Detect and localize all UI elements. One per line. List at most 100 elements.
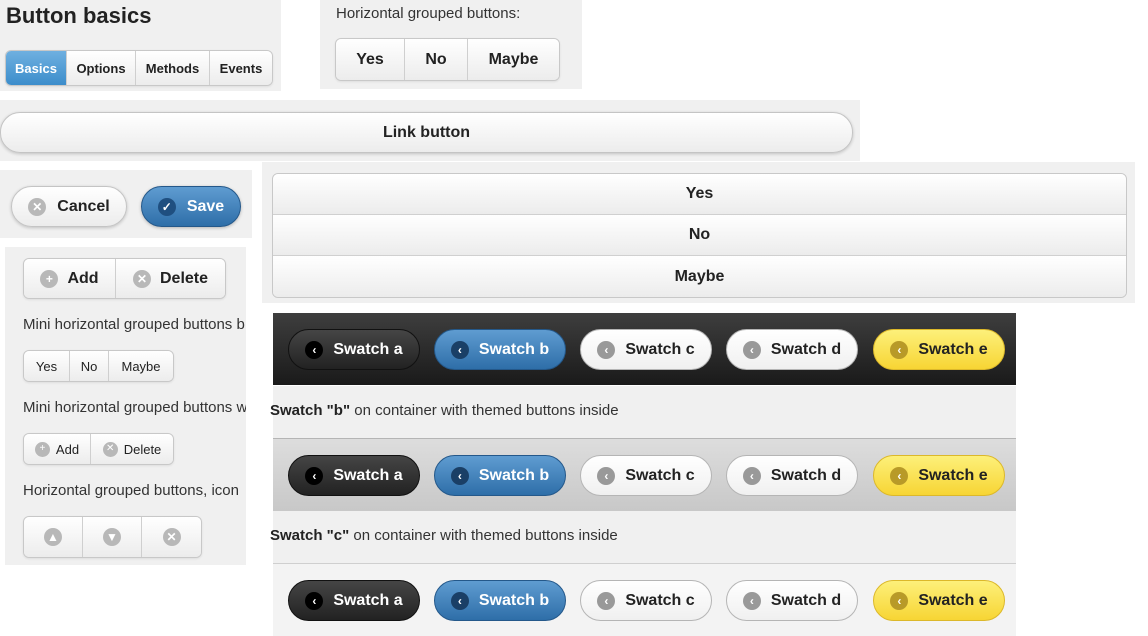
page-title: Button basics bbox=[6, 3, 152, 28]
close-button[interactable]: ✕ bbox=[142, 517, 201, 557]
horizontal-button-group: Yes No Maybe bbox=[335, 38, 560, 81]
mini-add-button[interactable]: + Add bbox=[24, 434, 91, 464]
swatch-b-button[interactable]: ‹ Swatch b bbox=[434, 580, 566, 621]
tab-events[interactable]: Events bbox=[210, 51, 272, 85]
mini-no-button[interactable]: No bbox=[70, 351, 109, 381]
chevron-left-icon: ‹ bbox=[450, 591, 469, 610]
mini-yes-button[interactable]: Yes bbox=[24, 351, 70, 381]
mini-add-label: Add bbox=[55, 441, 80, 457]
mini-maybe-button[interactable]: Maybe bbox=[109, 351, 173, 381]
close-icon: ✕ bbox=[132, 269, 151, 288]
swatch-a-label: Swatch a bbox=[333, 591, 403, 609]
chevron-left-icon: ‹ bbox=[890, 591, 909, 610]
swatch-d-button[interactable]: ‹ Swatch d bbox=[726, 329, 858, 370]
link-button[interactable]: Link button bbox=[0, 112, 853, 153]
swatch-c-button[interactable]: ‹ Swatch c bbox=[580, 455, 712, 496]
grouped-buttons-panel: + Add ✕ Delete Mini horizontal grouped b… bbox=[5, 247, 246, 565]
chevron-left-icon: ‹ bbox=[890, 466, 909, 485]
arrow-down-icon: ▼ bbox=[103, 528, 121, 546]
swatch-b-button[interactable]: ‹ Swatch b bbox=[434, 455, 566, 496]
title-panel: Button basics Basics Options Methods Eve… bbox=[0, 0, 281, 91]
swatch-b-label: Swatch b bbox=[478, 340, 550, 358]
swatch-a-button[interactable]: ‹ Swatch a bbox=[288, 580, 420, 621]
swatch-c-caption-bold: Swatch "c" bbox=[270, 527, 350, 544]
mini-delete-button[interactable]: ✕ Delete bbox=[91, 434, 173, 464]
tab-bar: Basics Options Methods Events bbox=[5, 50, 273, 86]
swatch-row-c: ‹ Swatch a ‹ Swatch b ‹ Swatch c ‹ Swatch d … bbox=[273, 563, 1016, 636]
close-icon: ✕ bbox=[162, 528, 181, 546]
swatch-d-label: Swatch d bbox=[770, 466, 842, 484]
up-button[interactable]: ▲ bbox=[24, 517, 83, 557]
mini-icon-group-label: Mini horizontal grouped buttons w bbox=[23, 399, 246, 416]
close-icon: ✕ bbox=[102, 441, 118, 457]
down-button[interactable]: ▼ bbox=[83, 517, 142, 557]
tab-options[interactable]: Options bbox=[67, 51, 136, 85]
swatch-d-label: Swatch d bbox=[770, 591, 842, 609]
chevron-left-icon: ‹ bbox=[597, 591, 616, 610]
swatch-b-caption-rest: on container with themed buttons inside bbox=[350, 402, 619, 419]
swatch-e-label: Swatch e bbox=[918, 466, 988, 484]
chevron-left-icon: ‹ bbox=[450, 340, 469, 359]
chevron-left-icon: ‹ bbox=[450, 466, 469, 485]
delete-label: Delete bbox=[159, 269, 209, 287]
swatch-c-button[interactable]: ‹ Swatch c bbox=[580, 329, 712, 370]
swatch-a-label: Swatch a bbox=[333, 340, 403, 358]
swatch-b-button[interactable]: ‹ Swatch b bbox=[434, 329, 566, 370]
swatch-e-button[interactable]: ‹ Swatch e bbox=[873, 329, 1005, 370]
yes-button[interactable]: Yes bbox=[336, 39, 405, 80]
vertical-yes-button[interactable]: Yes bbox=[273, 174, 1126, 215]
chevron-left-icon: ‹ bbox=[742, 591, 761, 610]
swatch-row-b: ‹ Swatch a ‹ Swatch b ‹ Swatch c ‹ Swatch d … bbox=[273, 438, 1016, 512]
vertical-no-button[interactable]: No bbox=[273, 215, 1126, 256]
chevron-left-icon: ‹ bbox=[305, 340, 324, 359]
no-button[interactable]: No bbox=[405, 39, 468, 80]
tab-methods[interactable]: Methods bbox=[136, 51, 210, 85]
chevron-left-icon: ‹ bbox=[597, 340, 616, 359]
swatch-a-label: Swatch a bbox=[333, 466, 403, 484]
arrow-up-icon: ▲ bbox=[44, 528, 62, 546]
swatch-c-label: Swatch c bbox=[625, 466, 695, 484]
horizontal-group-panel: Horizontal grouped buttons: Yes No Maybe bbox=[320, 0, 582, 89]
horizontal-group-label: Horizontal grouped buttons: bbox=[336, 5, 521, 22]
swatch-d-label: Swatch d bbox=[770, 340, 842, 358]
swatch-c-caption: Swatch "c" on container with themed butt… bbox=[270, 527, 618, 544]
check-icon: ✓ bbox=[157, 197, 176, 216]
save-label: Save bbox=[186, 197, 225, 215]
icon-only-group-label: Horizontal grouped buttons, icon bbox=[23, 482, 239, 499]
swatch-e-label: Swatch e bbox=[918, 591, 988, 609]
swatch-a-button[interactable]: ‹ Swatch a bbox=[288, 455, 420, 496]
save-button[interactable]: ✓ Save bbox=[141, 186, 241, 227]
swatch-b-caption: Swatch "b" on container with themed butt… bbox=[270, 402, 619, 419]
swatch-c-label: Swatch c bbox=[625, 340, 695, 358]
swatch-e-button[interactable]: ‹ Swatch e bbox=[873, 580, 1005, 621]
swatch-e-label: Swatch e bbox=[918, 340, 988, 358]
vertical-button-group: Yes No Maybe bbox=[272, 173, 1127, 298]
close-icon: ✕ bbox=[28, 197, 47, 216]
swatch-d-button[interactable]: ‹ Swatch d bbox=[726, 455, 858, 496]
add-button[interactable]: + Add bbox=[24, 259, 116, 298]
add-label: Add bbox=[67, 269, 99, 287]
chevron-left-icon: ‹ bbox=[597, 466, 616, 485]
swatch-d-button[interactable]: ‹ Swatch d bbox=[726, 580, 858, 621]
swatch-b-label: Swatch b bbox=[478, 591, 550, 609]
delete-button[interactable]: ✕ Delete bbox=[116, 259, 225, 298]
chevron-left-icon: ‹ bbox=[742, 340, 761, 359]
swatch-e-button[interactable]: ‹ Swatch e bbox=[873, 455, 1005, 496]
plus-icon: + bbox=[34, 441, 50, 457]
swatch-c-button[interactable]: ‹ Swatch c bbox=[580, 580, 712, 621]
chevron-left-icon: ‹ bbox=[742, 466, 761, 485]
swatch-c-label: Swatch c bbox=[625, 591, 695, 609]
vertical-maybe-button[interactable]: Maybe bbox=[273, 256, 1126, 297]
plus-icon: + bbox=[40, 269, 59, 288]
chevron-left-icon: ‹ bbox=[890, 340, 909, 359]
mini-delete-label: Delete bbox=[123, 441, 162, 457]
mini-icon-button-group: + Add ✕ Delete bbox=[23, 433, 174, 465]
add-delete-group: + Add ✕ Delete bbox=[23, 258, 226, 299]
cancel-label: Cancel bbox=[57, 197, 110, 215]
swatch-a-button[interactable]: ‹ Swatch a bbox=[288, 329, 420, 370]
chevron-left-icon: ‹ bbox=[305, 591, 324, 610]
maybe-button[interactable]: Maybe bbox=[468, 39, 559, 80]
swatch-b-caption-bold: Swatch "b" bbox=[270, 402, 351, 419]
cancel-button[interactable]: ✕ Cancel bbox=[11, 186, 127, 227]
tab-basics[interactable]: Basics bbox=[6, 51, 67, 85]
